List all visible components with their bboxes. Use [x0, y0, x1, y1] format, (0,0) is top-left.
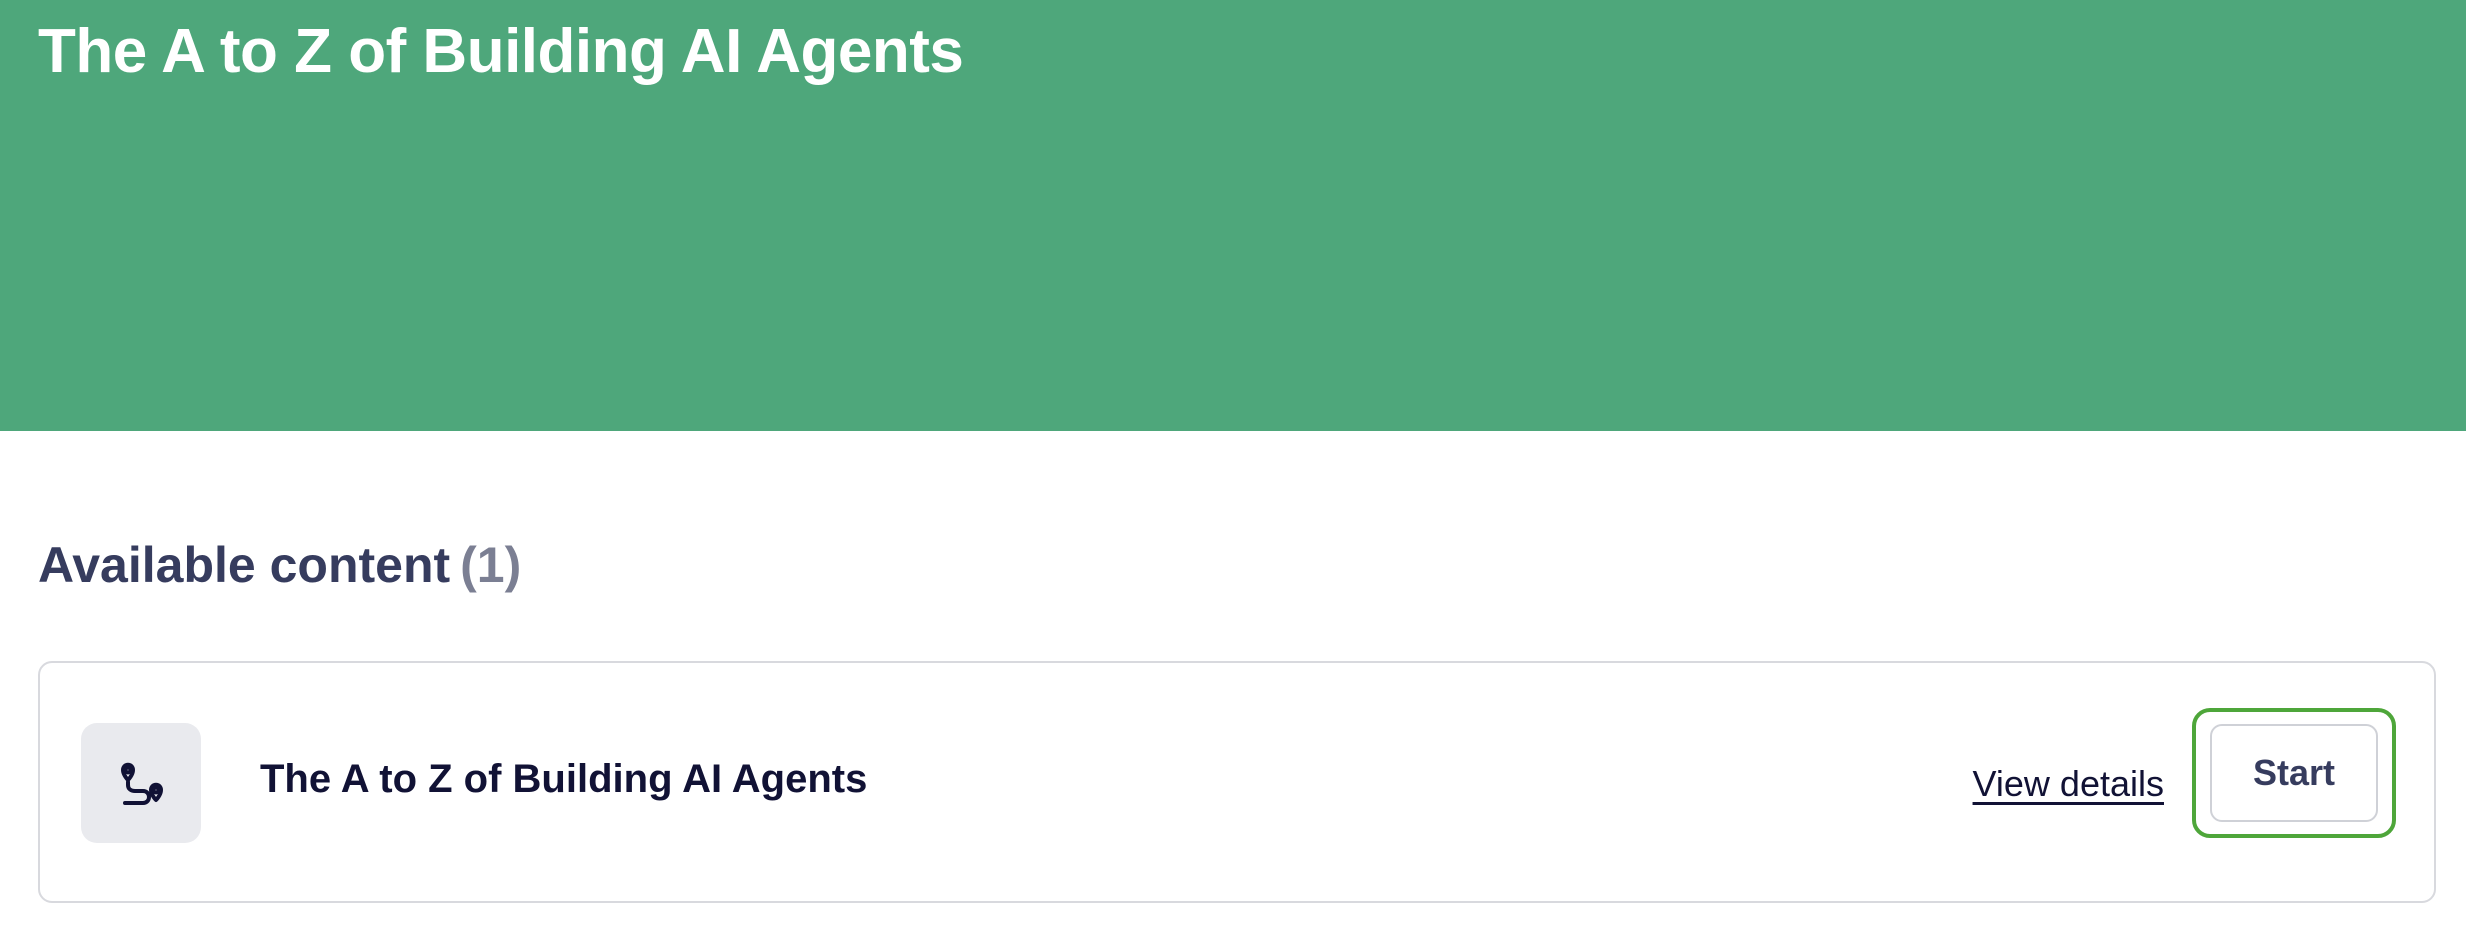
route-pin-icon — [109, 749, 173, 818]
available-content-heading: Available content (1) — [38, 530, 521, 600]
content-count: (1) — [460, 537, 522, 593]
view-details-link[interactable]: View details — [1973, 749, 2164, 819]
page-title: The A to Z of Building AI Agents — [38, 17, 964, 86]
content-card: The A to Z of Building AI Agents View de… — [38, 661, 2436, 903]
content-type-icon-tile — [81, 723, 201, 843]
start-button[interactable]: Start — [2210, 724, 2378, 822]
start-button-focus-ring: Start — [2192, 708, 2396, 838]
content-item-title: The A to Z of Building AI Agents — [260, 757, 868, 801]
section-heading-label: Available content — [38, 537, 451, 593]
hero-banner: The A to Z of Building AI Agents — [0, 0, 2466, 431]
